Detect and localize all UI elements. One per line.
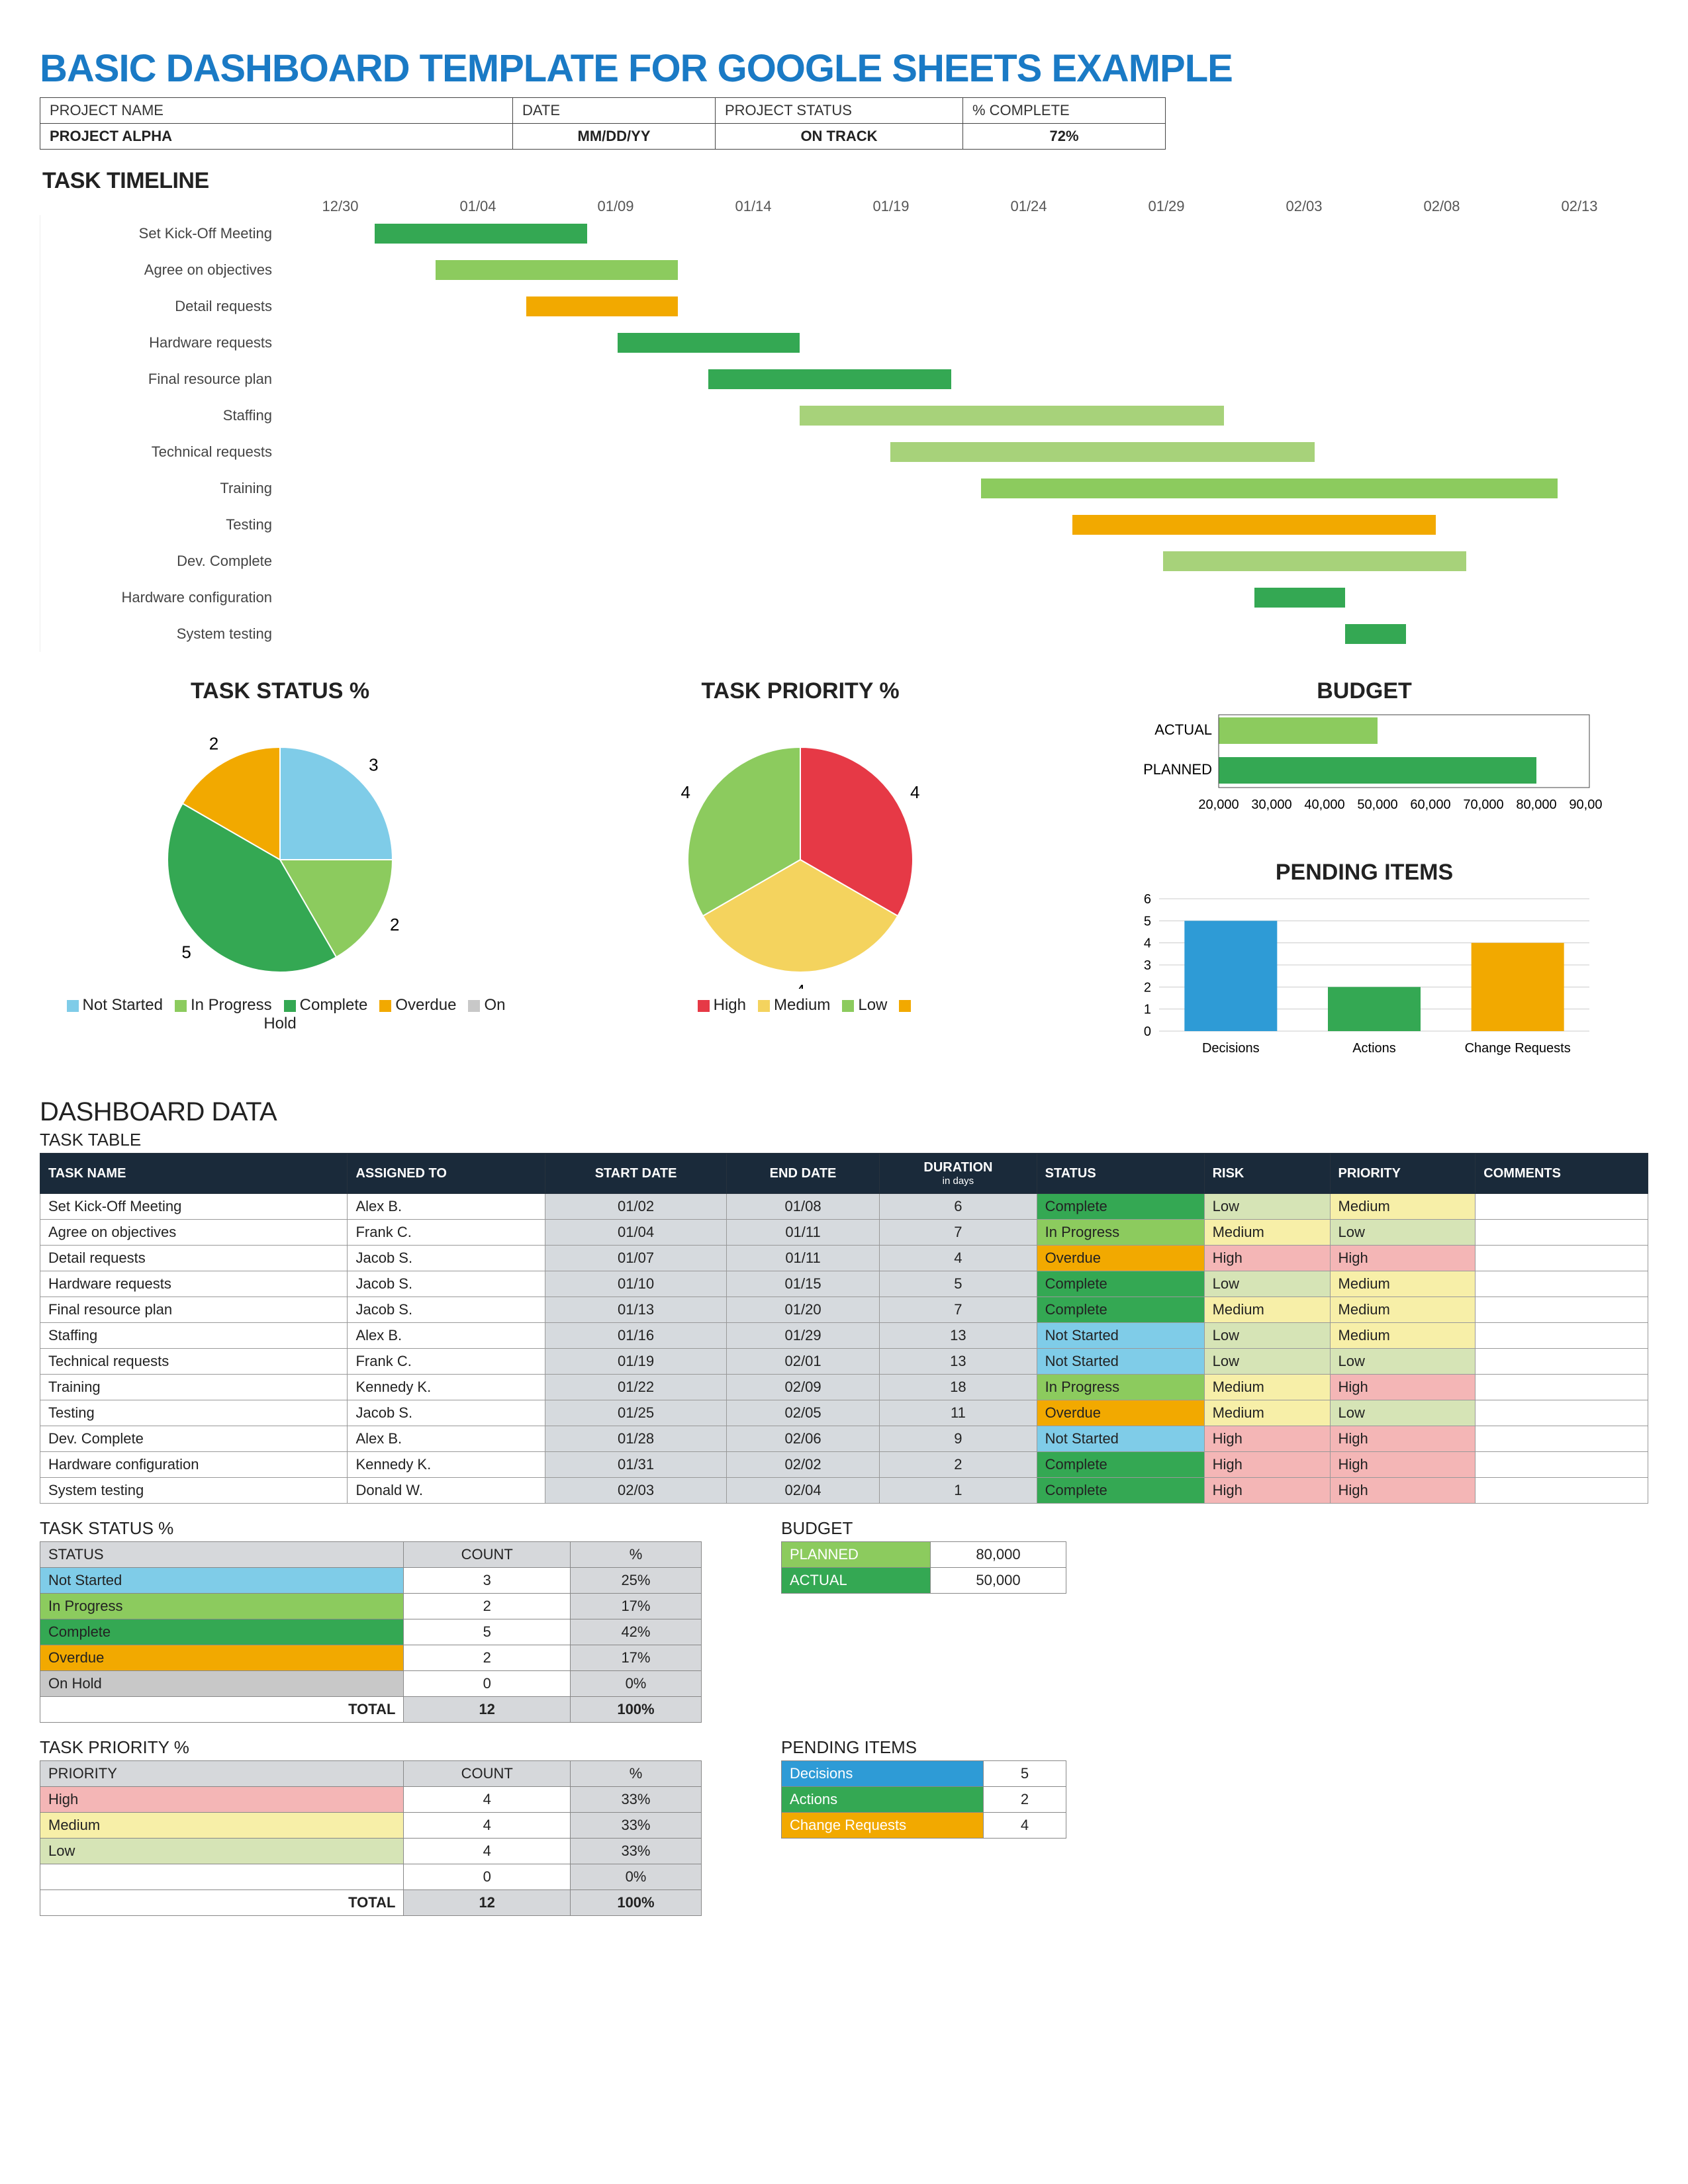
- svg-text:70,000: 70,000: [1463, 797, 1503, 812]
- hdr-status-label: PROJECT STATUS: [716, 98, 963, 124]
- chart-title: TASK PRIORITY %: [560, 678, 1041, 704]
- gantt-bar: [436, 260, 678, 280]
- svg-text:0: 0: [1144, 1024, 1151, 1039]
- table-row: Testing Jacob S. 01/2502/0511 Overdue Me…: [40, 1400, 1648, 1426]
- table-row: Final resource plan Jacob S. 01/1301/207…: [40, 1297, 1648, 1323]
- svg-text:90,000: 90,000: [1569, 797, 1603, 812]
- hdr-pct-label: % COMPLETE: [963, 98, 1166, 124]
- gantt-bar: [375, 224, 587, 244]
- gantt-task-label: Final resource plan: [40, 371, 284, 388]
- svg-text:4: 4: [1144, 936, 1151, 951]
- chart-task-priority: TASK PRIORITY % 4 4 4 HighMediumLow: [560, 678, 1041, 1015]
- svg-text:20,000: 20,000: [1198, 797, 1239, 812]
- status-table-title: TASK STATUS %: [40, 1518, 702, 1539]
- gantt-bar: [890, 442, 1315, 462]
- table-row: Hardware configuration Kennedy K. 01/310…: [40, 1452, 1648, 1478]
- status-table: STATUSCOUNT%Not Started325%In Progress21…: [40, 1541, 702, 1723]
- gantt-bar: [800, 406, 1224, 426]
- right-charts: BUDGET ACTUALPLANNED20,00030,00040,00050…: [1080, 678, 1648, 1068]
- pie-task-priority: 4 4 4: [628, 711, 972, 989]
- hdr-projectname-label: PROJECT NAME: [40, 98, 513, 124]
- gantt-task-label: Agree on objectives: [40, 261, 284, 279]
- table-row: Set Kick-Off Meeting Alex B. 01/0201/086…: [40, 1194, 1648, 1220]
- svg-text:2: 2: [209, 734, 218, 754]
- chart-title: BUDGET: [1080, 678, 1648, 704]
- table-row: Detail requests Jacob S. 01/0701/114 Ove…: [40, 1246, 1648, 1271]
- svg-text:6: 6: [1144, 892, 1151, 907]
- budget-table: PLANNED80,000ACTUAL50,000: [781, 1541, 1066, 1594]
- page-title: BASIC DASHBOARD TEMPLATE FOR GOOGLE SHEE…: [40, 46, 1648, 91]
- svg-text:3: 3: [369, 754, 378, 774]
- svg-text:50,000: 50,000: [1357, 797, 1397, 812]
- svg-text:5: 5: [181, 942, 191, 962]
- svg-text:Actions: Actions: [1352, 1041, 1396, 1056]
- gantt-chart: 12/3001/0401/0901/1401/1901/2401/2902/03…: [40, 198, 1648, 652]
- svg-text:60,000: 60,000: [1410, 797, 1450, 812]
- legend-task-status: Not StartedIn ProgressCompleteOverdueOn …: [40, 996, 520, 1033]
- gantt-bar: [1254, 588, 1345, 608]
- svg-text:PLANNED: PLANNED: [1143, 761, 1212, 778]
- gantt-bar: [618, 333, 800, 353]
- svg-text:2: 2: [1144, 980, 1151, 995]
- gantt-bar: [708, 369, 951, 389]
- hdr-pct: 72%: [963, 124, 1166, 150]
- hdr-date-label: DATE: [513, 98, 716, 124]
- gantt-task-label: System testing: [40, 625, 284, 643]
- task-table-title: TASK TABLE: [40, 1130, 1648, 1150]
- svg-text:30,000: 30,000: [1251, 797, 1291, 812]
- gantt-task-label: Hardware configuration: [40, 589, 284, 606]
- gantt-task-label: Staffing: [40, 407, 284, 424]
- pending-table-title: PENDING ITEMS: [781, 1737, 1066, 1758]
- svg-text:4: 4: [796, 981, 805, 989]
- project-header-table: PROJECT NAME DATE PROJECT STATUS % COMPL…: [40, 97, 1166, 150]
- hdr-status: ON TRACK: [716, 124, 963, 150]
- svg-text:4: 4: [681, 782, 690, 802]
- gantt-bar: [526, 296, 678, 316]
- table-row: Agree on objectives Frank C. 01/0401/117…: [40, 1220, 1648, 1246]
- gantt-task-label: Technical requests: [40, 443, 284, 461]
- dashboard-data-title: DASHBOARD DATA: [40, 1097, 1648, 1127]
- table-row: Staffing Alex B. 01/1601/2913 Not Starte…: [40, 1323, 1648, 1349]
- table-row: Training Kennedy K. 01/2202/0918 In Prog…: [40, 1375, 1648, 1400]
- gantt-task-label: Hardware requests: [40, 334, 284, 351]
- chart-title: TASK STATUS %: [40, 678, 520, 704]
- svg-text:Change Requests: Change Requests: [1465, 1041, 1571, 1056]
- svg-text:4: 4: [910, 782, 919, 802]
- svg-text:ACTUAL: ACTUAL: [1154, 721, 1212, 738]
- gantt-task-label: Training: [40, 480, 284, 497]
- gantt-bar: [981, 478, 1557, 498]
- gantt-bar: [1072, 515, 1436, 535]
- gantt-task-label: Testing: [40, 516, 284, 533]
- svg-text:2: 2: [390, 915, 399, 934]
- svg-text:Decisions: Decisions: [1202, 1041, 1260, 1056]
- gantt-task-label: Dev. Complete: [40, 553, 284, 570]
- svg-text:3: 3: [1144, 958, 1151, 973]
- gantt-bar: [1345, 624, 1406, 644]
- pending-table: Decisions5Actions2Change Requests4: [781, 1760, 1066, 1839]
- svg-text:80,000: 80,000: [1516, 797, 1556, 812]
- table-row: Hardware requests Jacob S. 01/1001/155 C…: [40, 1271, 1648, 1297]
- priority-table-title: TASK PRIORITY %: [40, 1737, 702, 1758]
- pie-task-status: 3 2 5 2: [108, 711, 452, 989]
- svg-text:40,000: 40,000: [1304, 797, 1344, 812]
- timeline-title: TASK TIMELINE: [42, 168, 1648, 194]
- priority-table: PRIORITYCOUNT%High433%Medium433%Low433%0…: [40, 1760, 702, 1916]
- svg-text:1: 1: [1144, 1003, 1151, 1017]
- chart-pending: 0 1 2 3 4 5 6 Decisions Actions Change Requests: [1126, 892, 1603, 1064]
- gantt-bar: [1163, 551, 1466, 571]
- hdr-date: MM/DD/YY: [513, 124, 716, 150]
- gantt-task-label: Detail requests: [40, 298, 284, 315]
- legend-task-priority: HighMediumLow: [560, 996, 1041, 1015]
- table-row: System testing Donald W. 02/0302/041 Com…: [40, 1478, 1648, 1504]
- table-row: Technical requests Frank C. 01/1902/0113…: [40, 1349, 1648, 1375]
- gantt-task-label: Set Kick-Off Meeting: [40, 225, 284, 242]
- budget-table-title: BUDGET: [781, 1518, 1066, 1539]
- chart-title: PENDING ITEMS: [1080, 860, 1648, 886]
- table-row: Dev. Complete Alex B. 01/2802/069 Not St…: [40, 1426, 1648, 1452]
- task-table: TASK NAMEASSIGNED TOSTART DATEEND DATEDU…: [40, 1153, 1648, 1504]
- chart-budget: ACTUAL PLANNED 20,000 30,000 40,000 50,000 60,…: [1126, 711, 1603, 837]
- hdr-projectname: PROJECT ALPHA: [40, 124, 513, 150]
- svg-text:5: 5: [1144, 914, 1151, 929]
- chart-task-status: TASK STATUS % 3 2 5 2 Not StartedIn Progres…: [40, 678, 520, 1033]
